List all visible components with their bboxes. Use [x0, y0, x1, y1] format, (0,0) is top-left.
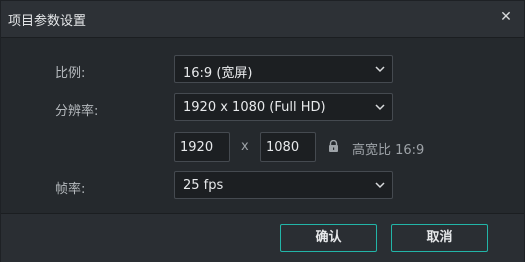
cancel-button[interactable]: 取消: [391, 224, 488, 252]
resolution-select[interactable]: 1920 x 1080 (Full HD): [174, 93, 393, 121]
width-input[interactable]: [175, 133, 229, 161]
chevron-down-icon: [375, 66, 385, 73]
close-icon[interactable]: ✕: [498, 9, 514, 25]
height-field[interactable]: [260, 132, 316, 162]
resolution-label: 分辨率:: [55, 104, 99, 119]
dialog-title: 项目参数设置: [8, 14, 87, 29]
times-sign: x: [241, 139, 249, 154]
title-bar: 项目参数设置 ✕: [1, 1, 524, 38]
resolution-select-value: 1920 x 1080 (Full HD): [183, 100, 326, 115]
framerate-label: 帧率:: [55, 182, 86, 197]
aspect-label: 比例:: [55, 66, 86, 81]
width-field[interactable]: [174, 132, 230, 162]
lock-icon[interactable]: [328, 140, 339, 152]
framerate-select-value: 25 fps: [183, 178, 224, 193]
chevron-down-icon: [375, 104, 385, 111]
height-input[interactable]: [261, 133, 315, 161]
aspect-select[interactable]: 16:9 (宽屏): [174, 55, 393, 83]
aspect-select-value: 16:9 (宽屏): [183, 66, 253, 81]
project-settings-dialog: 项目参数设置 ✕ 比例: 16:9 (宽屏) 分辨率: 1920 x 1080 …: [0, 0, 525, 262]
chevron-down-icon: [375, 182, 385, 189]
framerate-select[interactable]: 25 fps: [174, 171, 393, 199]
aspect-ratio-text: 高宽比 16:9: [352, 143, 425, 158]
ok-button[interactable]: 确认: [280, 224, 377, 252]
